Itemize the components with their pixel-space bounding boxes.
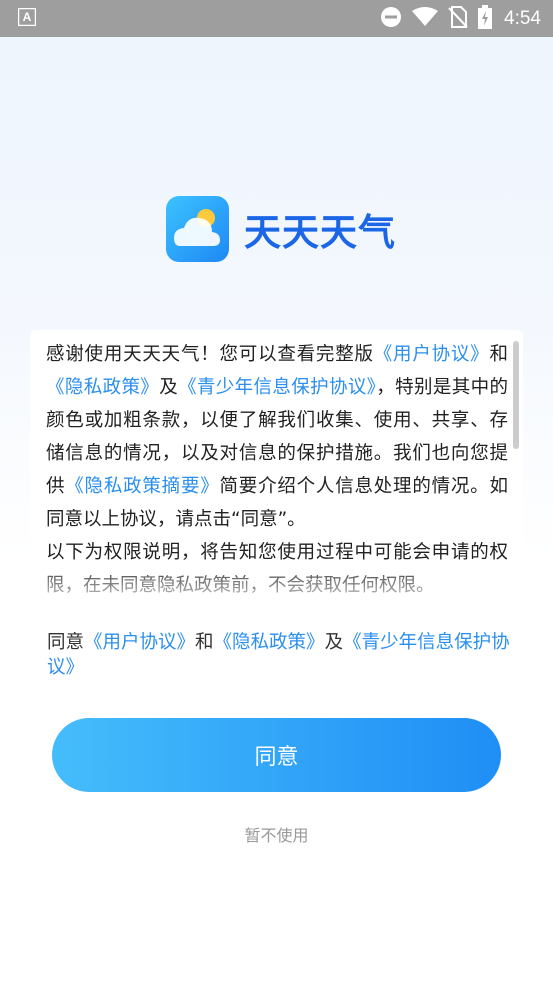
- privacy-policy-link[interactable]: 《隐私政策》: [214, 632, 325, 653]
- policy-link[interactable]: 《隐私政策摘要》: [65, 476, 219, 497]
- agree-with: 及: [324, 632, 344, 653]
- weather-cloud-sun-icon: [166, 196, 229, 262]
- agree-and: 和: [195, 632, 214, 653]
- svg-text:A: A: [23, 10, 32, 24]
- policy-text-segment: 感谢使用天天天气！您可以查看完整版: [46, 344, 374, 365]
- policy-link[interactable]: 《用户协议》: [374, 344, 490, 365]
- policy-link[interactable]: 《隐私政策》: [46, 377, 159, 398]
- policy-scrollbar[interactable]: [513, 341, 519, 449]
- minus-circle-icon: [380, 6, 402, 32]
- no-sim-icon: [448, 5, 468, 32]
- agree-prefix: 同意: [47, 632, 85, 653]
- decline-button[interactable]: 暂不使用: [0, 822, 553, 846]
- policy-text-segment: 和: [489, 344, 508, 365]
- status-bar: A 4:54: [0, 0, 553, 37]
- app-name: 天天天气: [244, 211, 396, 254]
- battery-charging-icon: [478, 4, 493, 33]
- agree-button[interactable]: 同意: [52, 718, 501, 792]
- a-icon: A: [17, 7, 37, 30]
- policy-content-box: 感谢使用天天天气！您可以查看完整版《用户协议》和《隐私政策》及《青少年信息保护协…: [30, 330, 523, 605]
- wifi-icon: [412, 6, 439, 31]
- user-agreement-link[interactable]: 《用户协议》: [84, 632, 195, 653]
- policy-link[interactable]: 《青少年信息保护协议》: [178, 377, 376, 398]
- policy-fade-overlay: [30, 561, 523, 605]
- policy-text-segment: 及: [159, 377, 179, 398]
- status-time: 4:54: [504, 7, 541, 29]
- app-logo: 天天天气: [166, 196, 396, 262]
- agree-statement: 同意《用户协议》和《隐私政策》及《青少年信息保护协议》: [47, 630, 517, 680]
